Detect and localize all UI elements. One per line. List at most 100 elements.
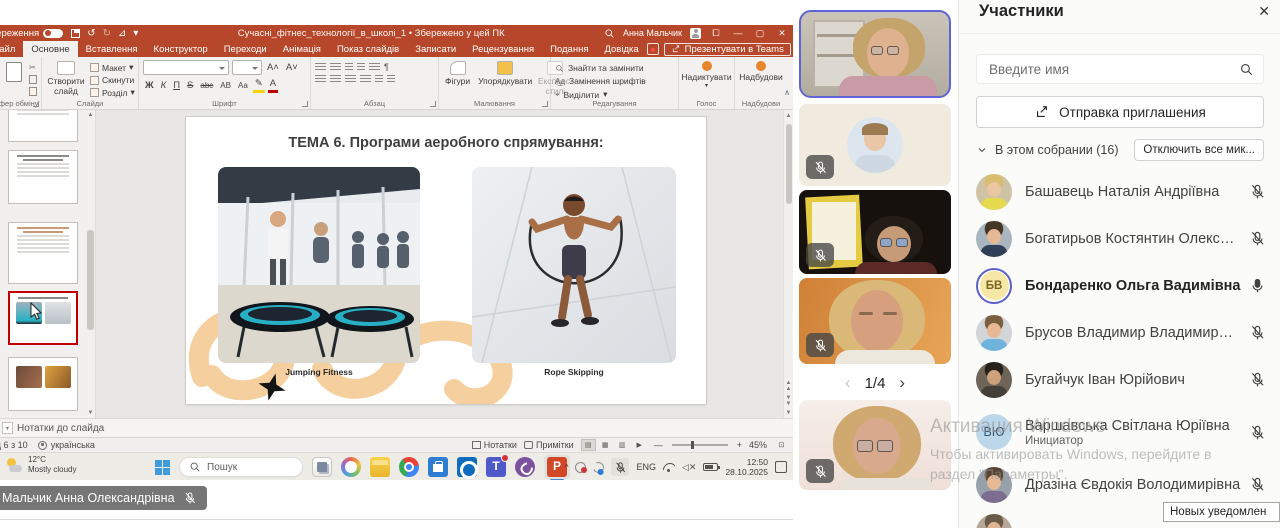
search-icon[interactable] <box>604 28 615 39</box>
scroll-up-icon[interactable]: ▲ <box>784 113 793 119</box>
align-center-icon[interactable] <box>330 75 341 83</box>
copilot-button[interactable] <box>341 457 361 477</box>
slide-sorter-view-button[interactable]: ▦ <box>598 439 613 451</box>
zoom-knob[interactable] <box>691 441 694 449</box>
layout-button[interactable]: Макет ▾ <box>90 62 135 73</box>
account-name[interactable]: Анна Мальчик <box>623 28 682 38</box>
mic-muted-tray-icon[interactable] <box>611 458 629 476</box>
reset-button[interactable]: Скинути <box>90 75 135 85</box>
start-button[interactable] <box>155 460 170 475</box>
addins-button[interactable]: Надбудови <box>739 60 783 84</box>
new-slide-button[interactable]: Створити слайд <box>46 60 86 98</box>
ribbon-display-icon[interactable]: ⧠ <box>709 28 723 39</box>
fit-slide-icon[interactable]: ⊡ <box>774 439 789 451</box>
next-page-icon[interactable]: › <box>899 373 905 393</box>
battery-icon[interactable] <box>703 463 718 471</box>
participant-row[interactable]: Дразіна Євдокія Володимирівна <box>959 461 1280 508</box>
tab-file[interactable]: Файл <box>0 41 23 57</box>
search-icon[interactable] <box>1239 62 1254 77</box>
undo-icon[interactable]: ↺ <box>87 28 95 39</box>
autosave-toggle[interactable]: Автозбереження <box>0 28 63 39</box>
mic-on-icon[interactable] <box>1249 277 1266 294</box>
tab-insert[interactable]: Вставлення <box>78 41 146 57</box>
taskbar-search[interactable]: Пошук <box>179 457 303 477</box>
next-slide-icon[interactable]: ▼▼ <box>786 395 792 407</box>
underline-button[interactable]: П <box>171 80 182 92</box>
decrease-indent-icon[interactable] <box>345 63 353 71</box>
participant-row[interactable]: Башавець Наталія Андріївна <box>959 168 1280 215</box>
format-painter-icon[interactable] <box>29 87 37 96</box>
video-tile-camera-off[interactable] <box>799 104 951 186</box>
mic-muted-icon[interactable] <box>1249 183 1266 200</box>
normal-view-button[interactable]: ▤ <box>581 439 596 451</box>
notification-center-icon[interactable] <box>775 461 787 473</box>
ribbon-notification-icon[interactable] <box>647 43 659 55</box>
notes-collapse-icon[interactable]: ▾ <box>2 422 13 434</box>
keyboard-language[interactable]: ENG <box>636 462 656 472</box>
scroll-down-icon[interactable]: ▼ <box>786 410 792 416</box>
task-view-button[interactable] <box>312 457 332 477</box>
microsoft-store-button[interactable] <box>428 457 448 477</box>
scrollbar-thumb[interactable] <box>786 124 792 204</box>
tab-design[interactable]: Конструктор <box>146 41 216 57</box>
outlook-button[interactable] <box>457 457 477 477</box>
scrollbar-thumb[interactable] <box>87 230 94 330</box>
close-panel-icon[interactable]: ✕ <box>1258 3 1270 20</box>
find-replace-button[interactable]: Знайти та замінити <box>555 63 674 73</box>
highlight-color-button[interactable]: ✎ <box>253 78 265 93</box>
slideshow-icon[interactable]: ⊿ <box>118 28 126 39</box>
redo-icon[interactable]: ↻ <box>103 28 111 39</box>
change-case-button[interactable]: Аа <box>236 80 250 92</box>
chrome-button[interactable] <box>399 457 419 477</box>
save-icon[interactable] <box>71 29 80 38</box>
align-left-icon[interactable] <box>315 75 326 83</box>
slide-thumbnail-selected[interactable] <box>8 291 78 345</box>
collapse-ribbon-icon[interactable]: ∧ <box>784 88 790 97</box>
tab-home[interactable]: Основне <box>23 41 77 57</box>
tab-help[interactable]: Довідка <box>596 41 646 57</box>
drawing-dialog-launcher[interactable] <box>542 101 548 107</box>
slide-scrollbar[interactable]: ▲ ▲▲ ▼▼ ▼ <box>783 110 793 418</box>
justify-icon[interactable] <box>360 75 371 83</box>
weather-widget[interactable]: 12°C Mostly cloudy <box>6 455 76 474</box>
video-tile-active-speaker[interactable] <box>799 10 951 98</box>
font-size-combobox[interactable] <box>232 60 262 75</box>
scroll-up-icon[interactable]: ▲ <box>86 112 95 118</box>
slide-title[interactable]: ТЕМА 6. Програми аеробного спрямування: <box>186 135 706 151</box>
font-color-button[interactable]: А <box>268 78 278 93</box>
section-button[interactable]: Розділ ▾ <box>90 87 135 98</box>
sync-tray-icon[interactable] <box>592 460 606 474</box>
tab-review[interactable]: Рецензування <box>464 41 542 57</box>
strikethrough-button[interactable]: S <box>185 80 195 92</box>
recorder-tray-icon[interactable] <box>575 462 586 473</box>
notes-bar[interactable]: ▾ Нотатки до слайда <box>0 418 793 437</box>
paste-button[interactable] <box>6 62 22 82</box>
italic-button[interactable]: К <box>159 80 169 92</box>
autosave-switch-icon[interactable] <box>43 29 63 38</box>
volume-muted-icon[interactable]: ◁✕ <box>682 462 696 473</box>
send-invite-button[interactable]: Отправка приглашения <box>976 96 1264 128</box>
shrink-font-icon[interactable]: А˅ <box>284 62 300 74</box>
file-explorer-button[interactable] <box>370 457 390 477</box>
mic-muted-icon[interactable] <box>1249 476 1266 493</box>
copy-icon[interactable] <box>29 75 37 84</box>
notes-toggle[interactable]: Нотатки <box>472 440 517 450</box>
clock[interactable]: 12:50 28.10.2025 <box>725 457 768 477</box>
slide-thumbnail[interactable] <box>8 110 78 142</box>
cut-icon[interactable]: ✂ <box>29 63 37 72</box>
zoom-level[interactable]: 45% <box>749 440 767 450</box>
font-dialog-launcher[interactable] <box>302 101 308 107</box>
replace-fonts-button[interactable]: А̲д Замінення шрифтів <box>555 76 674 86</box>
increase-indent-icon[interactable] <box>357 63 365 71</box>
participant-row[interactable]: ВЮ Варшавська Світлана Юріївна Инициатор <box>959 403 1280 461</box>
mute-all-button[interactable]: Отключить все мик... <box>1134 139 1264 161</box>
clear-formatting-button[interactable]: abc <box>198 80 215 92</box>
text-direction-icon[interactable]: ¶ <box>384 62 389 72</box>
align-right-icon[interactable] <box>345 75 356 83</box>
slide-image-jumping-fitness[interactable] <box>218 167 420 363</box>
video-tile[interactable] <box>799 278 951 364</box>
slide-thumbnail[interactable] <box>8 357 78 411</box>
tab-record[interactable]: Записати <box>407 41 464 57</box>
chevron-down-icon[interactable] <box>976 144 988 156</box>
participant-row-speaking[interactable]: БВ Бондаренко Ольга Вадимівна <box>959 262 1280 309</box>
